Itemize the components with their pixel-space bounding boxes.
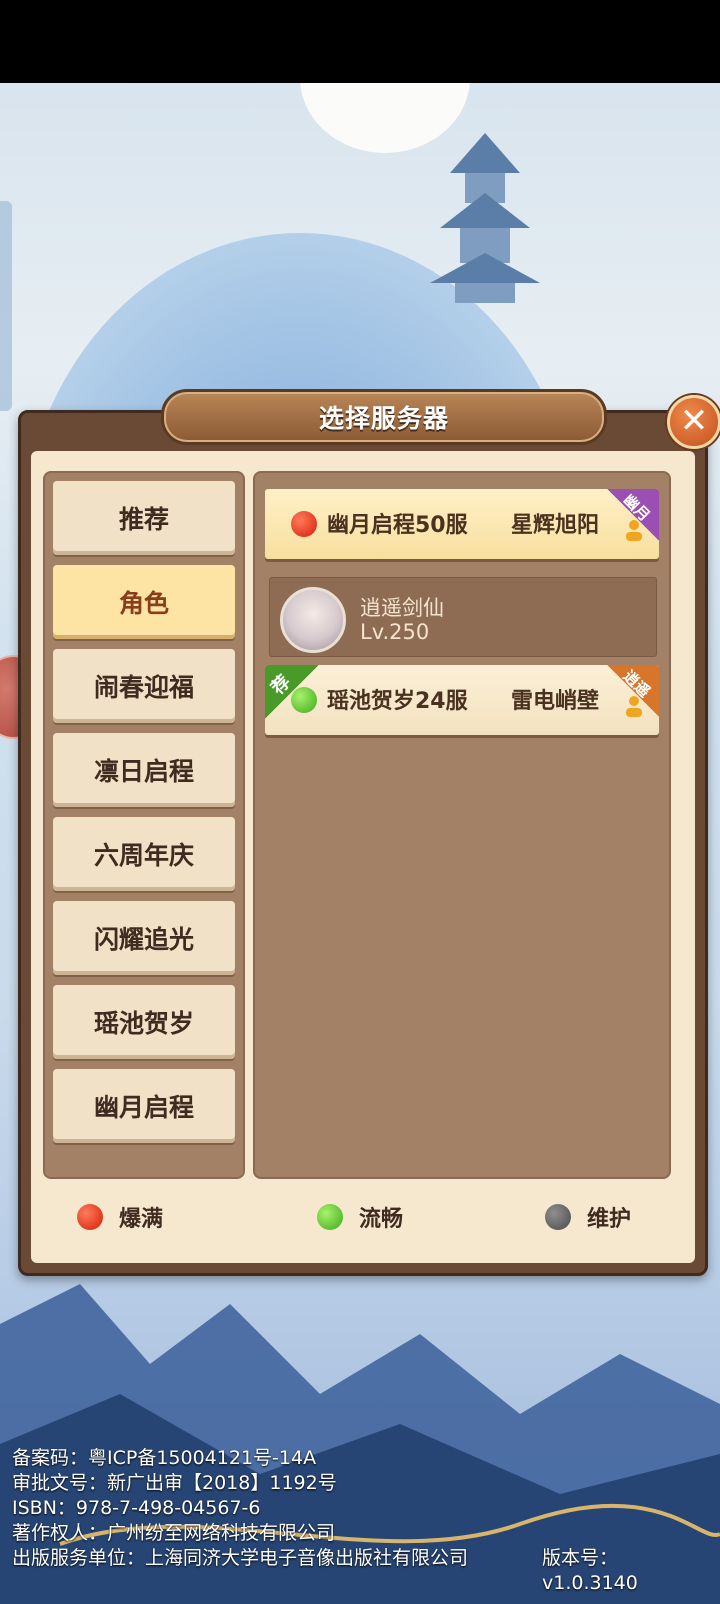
person-icon: [626, 520, 642, 541]
footer-copyright-owner: 著作权人：广州纷至网络科技有限公司: [12, 1522, 336, 1544]
server-role-name: 星辉旭阳: [511, 513, 600, 538]
legend-smooth-label: 流畅: [359, 1207, 404, 1232]
server-name: 瑶池贺岁24服: [327, 689, 468, 714]
status-smooth-icon: [317, 1204, 343, 1230]
dialog-title-plate: 选择服务器: [161, 389, 607, 445]
category-list: 推荐 角色 闹春迎福 凛日启程 六周年庆 闪耀追光 瑶池贺岁 幽月启程: [43, 471, 245, 1179]
close-button[interactable]: ✕: [667, 395, 720, 449]
side-drawer-tab[interactable]: [0, 201, 12, 411]
server-list: 幽月启程50服 星辉旭阳 幽月 逍遥剑仙 Lv.250 荐 瑶池贺岁24服 雷电…: [253, 471, 671, 1179]
footer-approval-number: 审批文号：新广出审【2018】1192号: [12, 1472, 337, 1494]
footer-record-number: 备案码：粤ICP备15004121号-14A: [12, 1447, 317, 1469]
status-full-icon: [77, 1204, 103, 1230]
server-row[interactable]: 幽月启程50服 星辉旭阳 幽月: [265, 489, 659, 559]
category-tab-recommend[interactable]: 推荐: [53, 481, 235, 555]
character-row[interactable]: 逍遥剑仙 Lv.250: [269, 577, 657, 657]
footer-isbn: ISBN：978-7-498-04567-6: [12, 1497, 261, 1519]
legend-smooth: 流畅: [317, 1201, 403, 1233]
category-tab-lin-ri[interactable]: 凛日启程: [53, 733, 235, 807]
dialog-title: 选择服务器: [318, 404, 449, 433]
version-number: 版本号：v1.0.3140: [542, 1547, 638, 1594]
server-role-name: 雷电峭壁: [511, 689, 600, 714]
category-tab-youyue[interactable]: 幽月启程: [53, 1069, 235, 1143]
status-maintenance-icon: [545, 1204, 571, 1230]
pagoda-art: [430, 133, 540, 303]
server-select-dialog: 选择服务器 ✕ 推荐 角色 闹春迎福 凛日启程 六周年庆 闪耀追光 瑶池贺岁 幽…: [18, 389, 720, 1276]
legend-maintenance: 维护: [545, 1201, 631, 1233]
license-footer: 备案码：粤ICP备15004121号-14A 审批文号：新广出审【2018】11…: [12, 1446, 712, 1594]
server-row[interactable]: 荐 瑶池贺岁24服 雷电峭壁 逍遥: [265, 665, 659, 735]
dialog-body: 推荐 角色 闹春迎福 凛日启程 六周年庆 闪耀追光 瑶池贺岁 幽月启程 幽月启程…: [31, 451, 695, 1263]
category-tab-shine[interactable]: 闪耀追光: [53, 901, 235, 975]
person-icon: [626, 696, 642, 717]
category-tab-anniversary[interactable]: 六周年庆: [53, 817, 235, 891]
character-avatar: [280, 587, 346, 653]
legend-maintenance-label: 维护: [587, 1207, 632, 1232]
character-name: 逍遥剑仙: [360, 596, 444, 620]
category-tab-spring[interactable]: 闹春迎福: [53, 649, 235, 723]
server-name: 幽月启程50服: [327, 513, 468, 538]
status-legend: 爆满 流畅 维护: [31, 1193, 695, 1243]
character-level: Lv.250: [360, 620, 430, 644]
category-tab-role[interactable]: 角色: [53, 565, 235, 639]
status-smooth-icon: [291, 687, 317, 713]
status-bar: [0, 0, 720, 83]
legend-full: 爆满: [77, 1201, 163, 1233]
status-full-icon: [291, 511, 317, 537]
category-tab-yaochi[interactable]: 瑶池贺岁: [53, 985, 235, 1059]
legend-full-label: 爆满: [119, 1207, 164, 1232]
